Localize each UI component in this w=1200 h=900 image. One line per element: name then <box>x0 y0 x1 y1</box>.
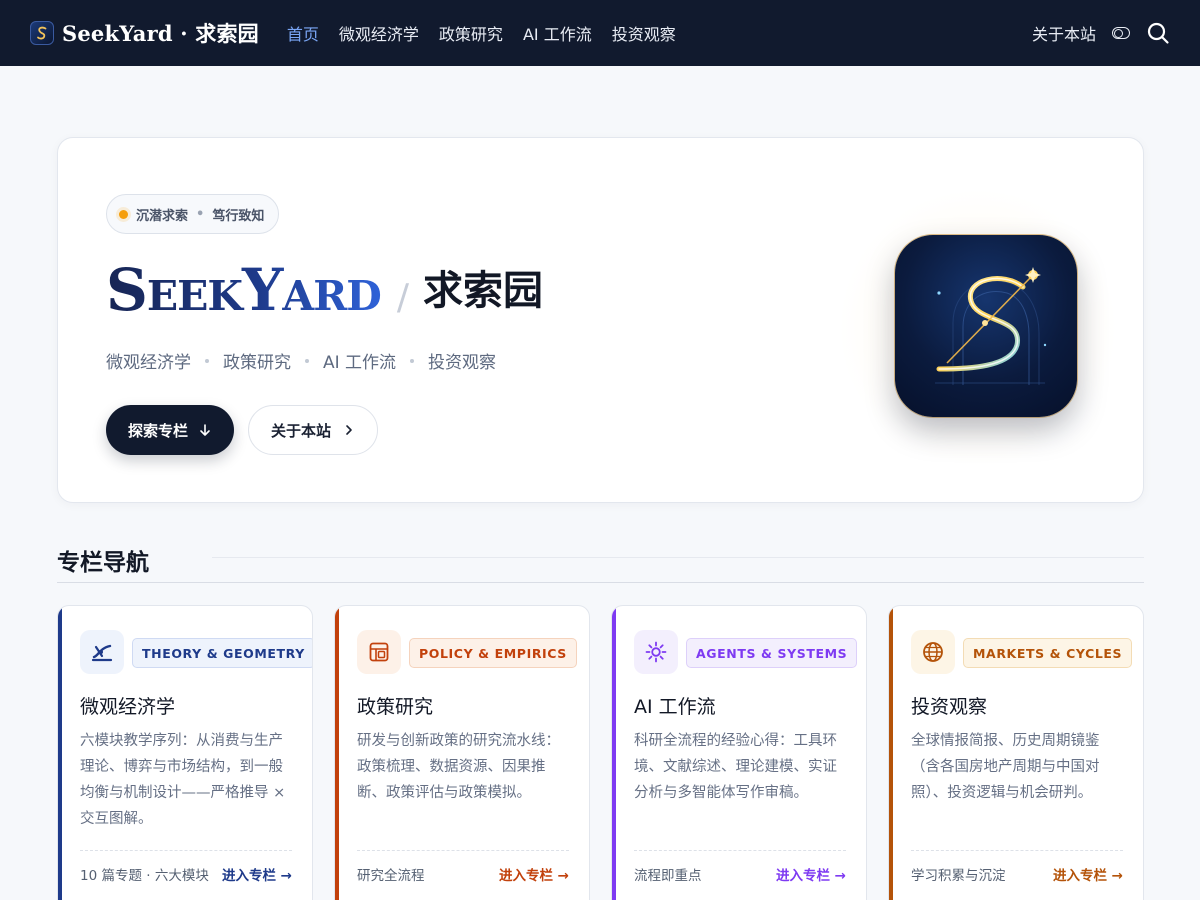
card-divider <box>357 850 569 851</box>
card-meta: 研究全流程 <box>357 868 425 884</box>
explore-columns-button[interactable]: 探索专栏 <box>106 405 235 455</box>
search-icon[interactable] <box>1146 21 1170 45</box>
card-title: 投资观察 <box>911 696 988 718</box>
hero-card: 沉潜求索 • 笃行致知 SeekYard / 求索园 微观经济学 政策研究 AI… <box>57 137 1144 503</box>
card-tag: POLICY & EMPIRICS <box>409 638 577 668</box>
column-card-micro[interactable]: THEORY & GEOMETRY 微观经济学 六模块教学序列：从消费与生产理论… <box>57 605 313 900</box>
section-divider-top <box>212 557 1144 558</box>
card-enter-link[interactable]: 进入专栏 → <box>776 864 846 884</box>
card-divider <box>634 850 846 851</box>
card-divider <box>80 850 292 851</box>
theme-toggle-icon[interactable] <box>1112 27 1130 39</box>
column-card-invest[interactable]: MARKETS & CYCLES 投资观察 全球情报简报、历史周期镜鉴（含各国房… <box>888 605 1144 900</box>
motto-text-a: 沉潜求索 <box>136 208 189 224</box>
hero-title-en: SeekYard <box>106 256 382 324</box>
card-title: 政策研究 <box>357 696 434 718</box>
chart-curve-icon <box>91 644 113 662</box>
hero-title: SeekYard / 求索园 <box>106 256 543 324</box>
card-accent-bar <box>58 606 62 900</box>
hero-buttons: 探索专栏 关于本站 <box>106 405 379 455</box>
card-description: 科研全流程的经验心得：工具环境、文献综述、理论建模、实证分析与多智能体写作审稿。 <box>634 733 837 801</box>
policy-panel-icon <box>369 642 389 662</box>
section-divider <box>57 582 1144 583</box>
card-accent-bar <box>889 606 893 900</box>
nav-link-micro[interactable]: 微观经济学 <box>339 21 419 45</box>
nav-link-policy[interactable]: 政策研究 <box>439 21 503 45</box>
card-tag: AGENTS & SYSTEMS <box>686 638 858 668</box>
card-icon-box <box>634 630 678 674</box>
arrow-down-icon <box>200 424 210 436</box>
card-tag: MARKETS & CYCLES <box>963 638 1133 668</box>
topic-separator <box>410 358 415 363</box>
hero-topic-micro: 微观经济学 <box>106 353 191 373</box>
globe-icon <box>923 642 943 662</box>
motto-text-b: 笃行致知 <box>212 208 265 224</box>
card-description: 六模块教学序列：从消费与生产理论、博弈与市场结构，到一般均衡与机制设计——严格推… <box>80 733 286 827</box>
card-footer: 10 篇专题 · 六大模块 进入专栏 → <box>80 864 292 884</box>
column-card-policy[interactable]: POLICY & EMPIRICS 政策研究 研发与创新政策的研究流水线：政策梳… <box>334 605 590 900</box>
card-icon-box <box>80 630 124 674</box>
card-footer: 学习积累与沉淀 进入专栏 → <box>911 864 1123 884</box>
brand-logo-icon <box>30 21 54 45</box>
card-footer: 流程即重点 进入专栏 → <box>634 864 846 884</box>
top-nav: SeekYard · 求索园 首页 微观经济学 政策研究 AI 工作流 投资观察… <box>0 0 1200 66</box>
card-icon-box <box>911 630 955 674</box>
explore-columns-label: 探索专栏 <box>128 421 189 440</box>
card-title: AI 工作流 <box>634 696 716 718</box>
card-meta: 10 篇专题 · 六大模块 <box>80 868 209 884</box>
card-enter-link[interactable]: 进入专栏 → <box>1053 864 1123 884</box>
nav-right: 关于本站 <box>1032 21 1170 45</box>
motto-badge: 沉潜求索 • 笃行致知 <box>106 194 280 234</box>
topic-separator <box>205 358 209 363</box>
card-meta: 学习积累与沉淀 <box>911 868 1006 884</box>
nav-link-home[interactable]: 首页 <box>287 21 319 45</box>
card-divider <box>911 850 1123 851</box>
seekyard-logo-icon <box>895 235 1077 417</box>
hero-topic-policy: 政策研究 <box>223 353 291 373</box>
motto-dot-icon <box>119 209 128 219</box>
card-description: 研发与创新政策的研究流水线：政策梳理、数据资源、因果推断、政策评估与政策模拟。 <box>357 733 560 801</box>
hero-topic-ai: AI 工作流 <box>323 353 397 373</box>
card-description: 全球情报简报、历史周期镜鉴（含各国房地产周期与中国对照）、投资逻辑与机会研判。 <box>911 733 1100 801</box>
nav-links: 首页 微观经济学 政策研究 AI 工作流 投资观察 <box>287 21 676 45</box>
nav-about-link[interactable]: 关于本站 <box>1032 21 1096 45</box>
card-icon-box <box>357 630 401 674</box>
hero-title-cn: 求索园 <box>423 267 544 314</box>
card-tag: THEORY & GEOMETRY <box>132 638 312 668</box>
section-title: 专栏导航 <box>57 549 149 576</box>
topic-separator <box>305 358 309 363</box>
brand[interactable]: SeekYard · 求索园 <box>30 18 259 48</box>
sun-gear-icon <box>645 641 667 663</box>
motto-separator: • <box>196 206 205 222</box>
card-enter-link[interactable]: 进入专栏 → <box>222 864 292 884</box>
brand-name: SeekYard · 求索园 <box>62 21 259 46</box>
column-card-ai[interactable]: AGENTS & SYSTEMS AI 工作流 科研全流程的经验心得：工具环境、… <box>611 605 867 900</box>
about-site-label: 关于本站 <box>271 421 332 440</box>
nav-link-invest[interactable]: 投资观察 <box>612 21 676 45</box>
card-accent-bar <box>335 606 339 900</box>
card-title: 微观经济学 <box>80 696 176 718</box>
card-enter-link[interactable]: 进入专栏 → <box>499 864 569 884</box>
hero-topic-invest: 投资观察 <box>428 353 497 373</box>
about-site-button[interactable]: 关于本站 <box>248 405 379 455</box>
hero-title-slash: / <box>396 277 410 318</box>
card-footer: 研究全流程 进入专栏 → <box>357 864 569 884</box>
hero-topics: 微观经济学 政策研究 AI 工作流 投资观察 <box>106 348 496 373</box>
card-accent-bar <box>612 606 616 900</box>
card-meta: 流程即重点 <box>634 868 702 884</box>
chevron-right-icon <box>346 425 352 435</box>
nav-link-ai[interactable]: AI 工作流 <box>523 21 592 45</box>
